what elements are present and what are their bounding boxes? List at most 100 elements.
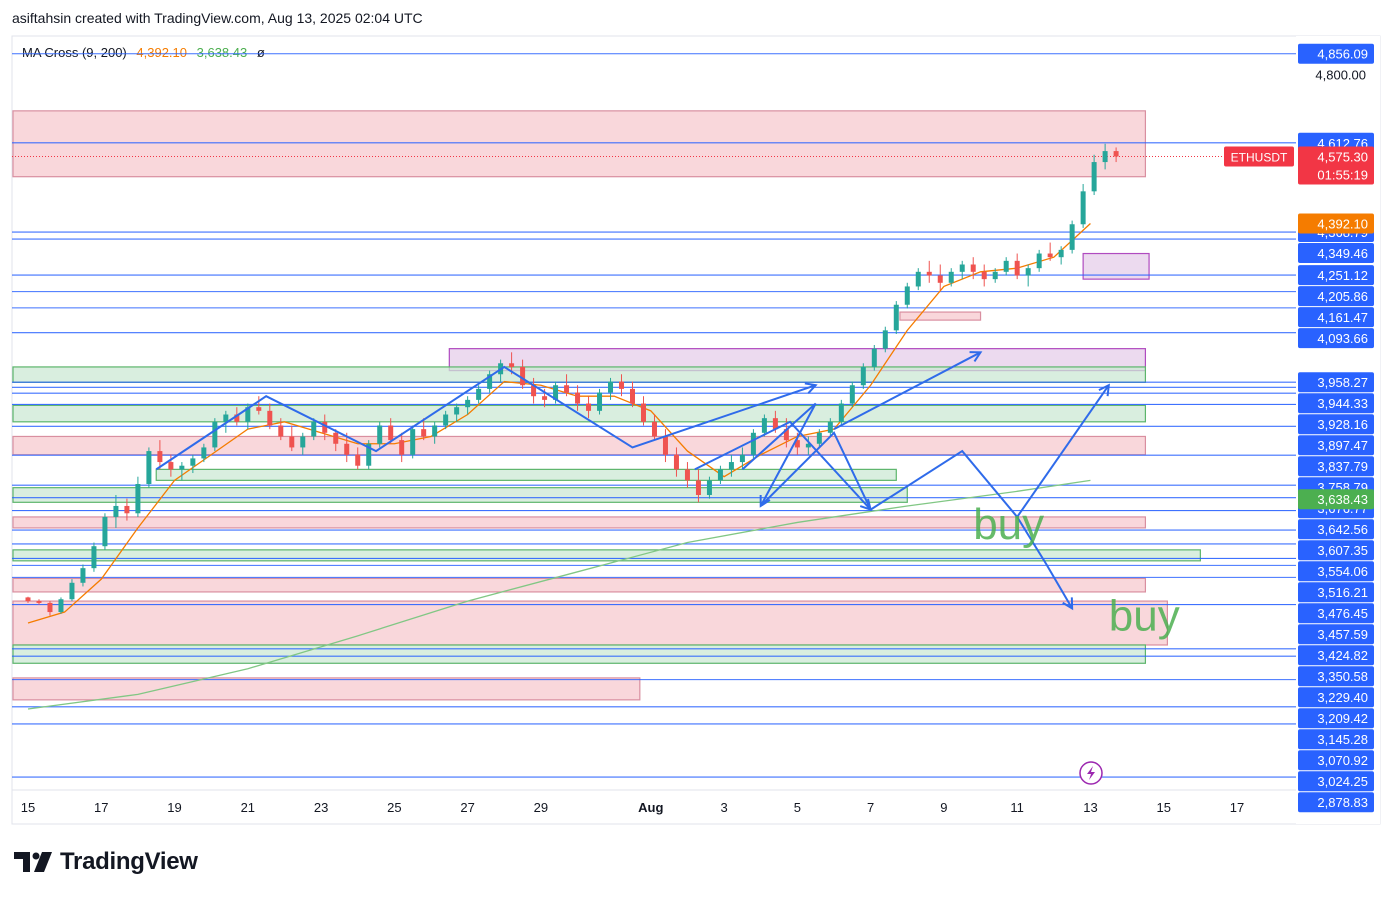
candle-body-32 bbox=[377, 425, 383, 444]
level-badge-text-4: 4,251.12 bbox=[1317, 268, 1368, 283]
candle-body-74 bbox=[838, 403, 844, 422]
candle-body-87 bbox=[981, 271, 987, 280]
level-badge-text-22: 3,350.58 bbox=[1317, 669, 1368, 684]
level-badge-text-28: 2,878.83 bbox=[1317, 795, 1368, 810]
candle-body-88 bbox=[992, 271, 998, 280]
candle-body-25 bbox=[300, 436, 306, 448]
price-axis[interactable]: 4,800.004,856.094,612.764,368.794,349.46… bbox=[1224, 36, 1380, 824]
candle-body-17 bbox=[212, 421, 218, 448]
candle-body-95 bbox=[1069, 224, 1075, 250]
candle-body-96 bbox=[1080, 191, 1086, 225]
candle-body-41 bbox=[476, 388, 482, 400]
current-price-badge-countdown: 01:55:19 bbox=[1317, 167, 1368, 182]
candle-body-81 bbox=[915, 271, 921, 287]
level-badge-text-16: 3,607.35 bbox=[1317, 543, 1368, 558]
level-badge-text-18: 3,516.21 bbox=[1317, 585, 1368, 600]
candle-body-21 bbox=[256, 407, 262, 411]
candle-body-39 bbox=[454, 407, 460, 415]
level-badge-text-25: 3,145.28 bbox=[1317, 732, 1368, 747]
current-price-badge-text: 4,575.30 bbox=[1317, 149, 1368, 164]
candle-body-7 bbox=[102, 516, 108, 547]
candle-body-63 bbox=[717, 469, 723, 481]
candle-body-57 bbox=[651, 421, 657, 437]
zone-green-10 bbox=[12, 549, 1201, 562]
time-label-6: 27 bbox=[460, 800, 474, 815]
tradingview-brand[interactable]: TradingView bbox=[14, 848, 198, 876]
candle-body-16 bbox=[201, 447, 207, 459]
tradingview-logo-icon bbox=[14, 852, 52, 872]
candle-body-58 bbox=[662, 436, 668, 455]
zone-red-12 bbox=[12, 600, 1168, 646]
candle-body-8 bbox=[113, 505, 119, 517]
candle-body-56 bbox=[640, 403, 646, 422]
level-badge-text-3: 4,349.46 bbox=[1317, 246, 1368, 261]
zone-red-11 bbox=[12, 577, 1147, 593]
symbol-badge-text: ETHUSDT bbox=[1231, 150, 1288, 164]
candle-body-24 bbox=[289, 436, 295, 448]
time-label-16: 17 bbox=[1230, 800, 1244, 815]
candle-body-66 bbox=[750, 432, 756, 455]
level-badge-text-21: 3,424.82 bbox=[1317, 648, 1368, 663]
level-badge-text-15: 3,642.56 bbox=[1317, 522, 1368, 537]
candle-body-85 bbox=[959, 264, 965, 272]
candle-body-79 bbox=[893, 304, 899, 331]
candle-body-15 bbox=[190, 458, 196, 466]
candle-body-75 bbox=[849, 385, 855, 404]
candle-body-6 bbox=[91, 546, 97, 569]
candle-body-82 bbox=[926, 271, 932, 276]
candle-body-53 bbox=[608, 381, 614, 393]
candle-body-80 bbox=[904, 286, 910, 305]
time-label-13: 11 bbox=[1010, 800, 1024, 815]
zone-green-4 bbox=[12, 366, 1147, 383]
candle-body-62 bbox=[706, 480, 712, 495]
level-badge-text-26: 3,070.92 bbox=[1317, 753, 1368, 768]
ma200-line bbox=[27, 479, 1091, 710]
candle-body-45 bbox=[520, 366, 526, 386]
candle-body-93 bbox=[1047, 253, 1053, 258]
time-label-1: 17 bbox=[94, 800, 108, 815]
level-badge-text-20: 3,457.59 bbox=[1317, 627, 1368, 642]
level-badge-text-23: 3,229.40 bbox=[1317, 690, 1368, 705]
candle-body-78 bbox=[882, 330, 888, 349]
candle-body-2 bbox=[47, 602, 53, 613]
candle-body-65 bbox=[739, 454, 745, 463]
time-label-4: 23 bbox=[314, 800, 328, 815]
candle-body-5 bbox=[80, 568, 86, 583]
candle-body-55 bbox=[630, 388, 635, 404]
level-badge-text-11: 3,897.47 bbox=[1317, 438, 1368, 453]
level-badge-text-7: 4,093.66 bbox=[1317, 331, 1368, 346]
time-label-14: 13 bbox=[1083, 800, 1097, 815]
candle-body-34 bbox=[399, 440, 405, 455]
time-label-5: 25 bbox=[387, 800, 401, 815]
candle-body-76 bbox=[860, 366, 866, 386]
candle-body-49 bbox=[564, 385, 570, 393]
candle-body-12 bbox=[157, 451, 163, 463]
candle-body-90 bbox=[1014, 260, 1020, 276]
candle-body-40 bbox=[465, 399, 471, 408]
level-badge-text-24: 3,209.42 bbox=[1317, 711, 1368, 726]
candle-body-26 bbox=[311, 421, 317, 437]
time-label-3: 21 bbox=[241, 800, 255, 815]
zone-green-7 bbox=[155, 468, 897, 481]
candle-body-14 bbox=[179, 465, 185, 470]
price-chart[interactable]: buybuy 4,800.004,856.094,612.764,368.794… bbox=[0, 0, 1392, 840]
time-label-7: 29 bbox=[534, 800, 548, 815]
tradingview-wordmark: TradingView bbox=[60, 848, 198, 875]
time-axis[interactable]: 15 17 19 21 23 25 27 29 Aug 3 5 7 9 11 13 15 17 bbox=[12, 789, 1296, 815]
candle-body-67 bbox=[761, 418, 767, 433]
candle-body-50 bbox=[575, 392, 581, 404]
candle-body-33 bbox=[388, 425, 394, 441]
level-badge-text-12: 3,837.79 bbox=[1317, 459, 1368, 474]
time-label-11: 7 bbox=[867, 800, 874, 815]
candle-body-35 bbox=[410, 429, 416, 455]
level-badge-text-8: 3,958.27 bbox=[1317, 375, 1368, 390]
buy-label-0: buy bbox=[973, 500, 1044, 549]
level-badge-text-0: 4,856.09 bbox=[1317, 47, 1368, 62]
level-badge-text-10: 3,928.16 bbox=[1317, 417, 1368, 432]
level-badge-text-9: 3,944.33 bbox=[1317, 396, 1368, 411]
time-label-2: 19 bbox=[167, 800, 181, 815]
level-badge-text-19: 3,476.45 bbox=[1317, 606, 1368, 621]
candle-body-52 bbox=[597, 392, 603, 411]
candle-body-98 bbox=[1102, 151, 1108, 163]
candle-body-38 bbox=[443, 414, 449, 426]
